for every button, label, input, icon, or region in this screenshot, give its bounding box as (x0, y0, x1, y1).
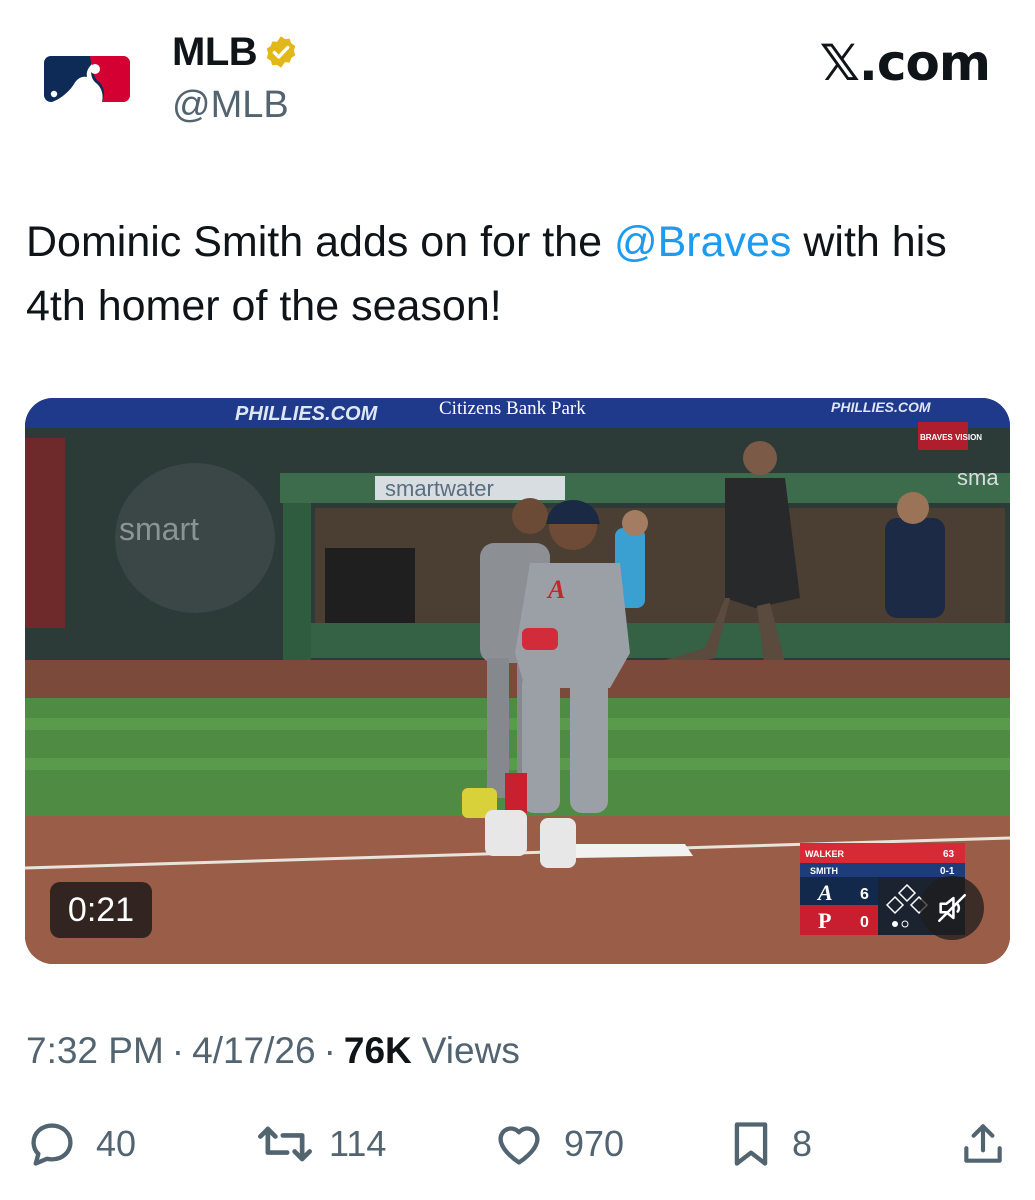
scorebug-batter: SMITH (810, 866, 838, 876)
reply-button[interactable]: 40 (26, 1118, 136, 1170)
tweet-header: MLB @MLB 𝕏.com (0, 0, 1035, 150)
author-display-name[interactable]: MLB (172, 30, 258, 75)
tweet-date[interactable]: 4/17/26 (192, 1030, 315, 1072)
verified-badge-icon (266, 36, 296, 68)
banner-park: Citizens Bank Park (439, 398, 586, 419)
mention-link[interactable]: @Braves (614, 218, 791, 266)
site-mark: 𝕏.com (819, 34, 991, 92)
bookmark-icon (734, 1122, 768, 1166)
scorebug-team-1-score: 6 (860, 886, 869, 903)
reply-icon (31, 1123, 73, 1166)
like-count: 970 (564, 1123, 625, 1164)
scorebug-team-2: P (818, 908, 831, 933)
video-duration: 0:21 (50, 882, 152, 938)
bookmark-count: 8 (792, 1123, 813, 1164)
mlb-logo[interactable] (44, 56, 130, 102)
svg-text:PHILLIES.COM: PHILLIES.COM (831, 399, 931, 415)
speaker-muted-icon (937, 893, 967, 923)
scorebug-team-2-score: 0 (860, 914, 869, 931)
views-label: Views (421, 1030, 520, 1071)
author-handle[interactable]: @MLB (172, 84, 289, 127)
banner-phillies: PHILLIES.COM (235, 403, 379, 425)
views-count: 76K (343, 1030, 412, 1071)
meta-separator: · (323, 1030, 336, 1071)
like-icon (498, 1126, 540, 1165)
network-bug: BRAVES VISION (920, 433, 982, 442)
repost-count: 114 (329, 1123, 387, 1164)
sign-right: sma (957, 465, 999, 490)
repost-button[interactable]: 114 (255, 1118, 386, 1170)
scorebug-pitch-count: 63 (943, 849, 955, 860)
share-icon (964, 1124, 1002, 1163)
scorebug-team-1: A (816, 880, 833, 905)
sign-center: smartwater (385, 476, 494, 501)
video-frame: PHILLIES.COM Citizens Bank Park PHILLIES… (25, 398, 1010, 964)
video-player[interactable]: PHILLIES.COM Citizens Bank Park PHILLIES… (25, 398, 1010, 964)
share-button[interactable] (958, 1118, 1008, 1170)
tweet-text: Dominic Smith adds on for the @Braves wi… (26, 210, 1016, 338)
tweet-text-part: Dominic Smith adds on for the (26, 218, 614, 266)
action-bar: 40 114 970 8 (0, 1110, 1035, 1180)
reply-count: 40 (96, 1123, 137, 1164)
meta-separator: · (171, 1030, 185, 1071)
bookmark-button[interactable]: 8 (728, 1118, 812, 1170)
repost-icon (258, 1126, 312, 1162)
tweet-time[interactable]: 7:32 PM (26, 1030, 164, 1072)
mute-button[interactable] (920, 876, 984, 940)
tweet-meta: 7:32 PM · 4/17/26 · 76K Views (26, 1030, 520, 1072)
scorebug-pitcher: WALKER (805, 849, 844, 859)
like-button[interactable]: 970 (492, 1118, 624, 1170)
svg-text:A: A (546, 575, 565, 604)
sign-left: smart (119, 511, 199, 547)
